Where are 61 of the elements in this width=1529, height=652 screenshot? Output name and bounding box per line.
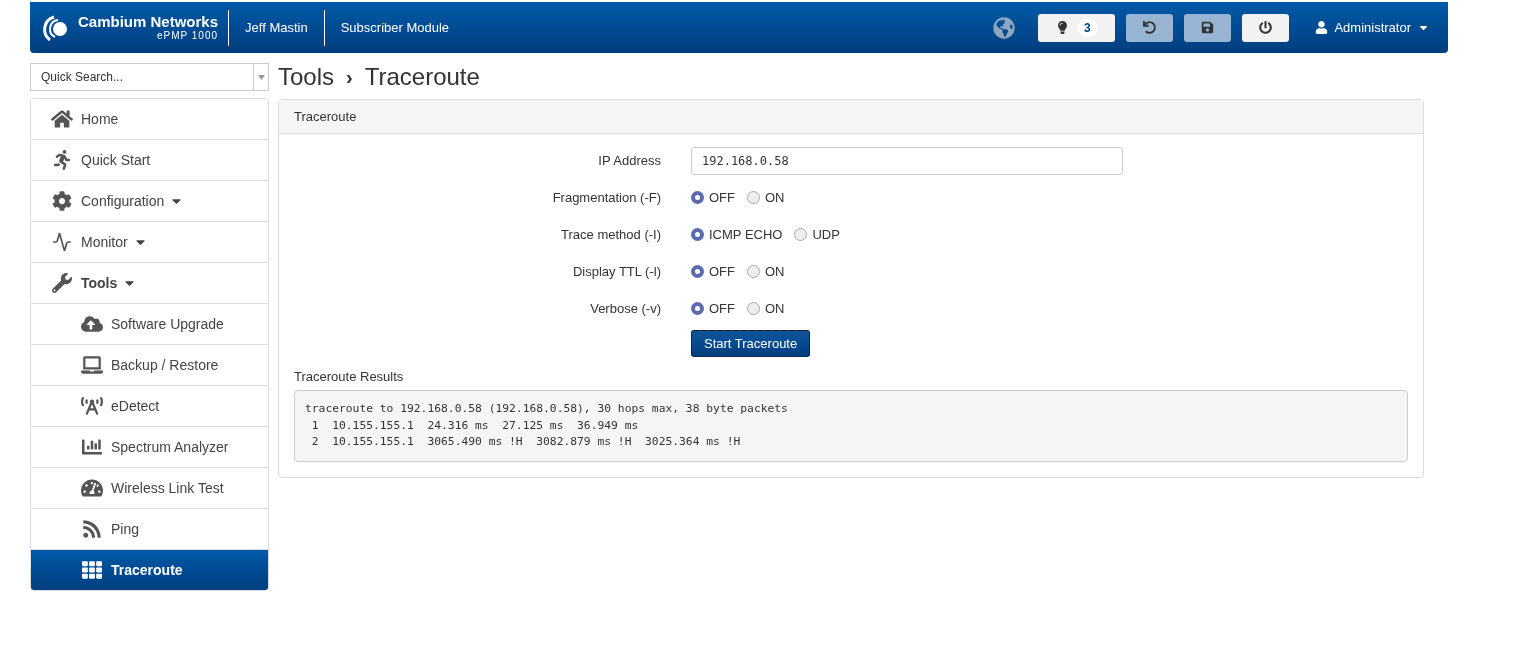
quick-search-field[interactable]: Quick Search... [30,63,253,91]
radio-button[interactable] [747,191,760,204]
power-icon [1259,21,1273,34]
caret-icon [257,74,265,80]
page-title: Traceroute [364,63,480,91]
alerts-count: 3 [1077,18,1098,37]
computer-icon [81,355,103,375]
results-output: traceroute to 192.168.0.58 (192.168.0.58), 30 hops max, 38 byte packets 1 10.155.155.1 24.316 ms 27.125 ms 36.949 ms 2 10.155.155.1 3065.490 ms !H 3082.879 ms !H 3025.364 ms !H [294,390,1408,462]
field-label: Display TTL (-l) [571,264,661,279]
radio-label: ON [765,264,785,279]
radio-button[interactable] [691,265,704,278]
radio-button[interactable] [691,302,704,315]
save-button[interactable] [1184,13,1232,42]
lightbulb-icon [1056,21,1070,34]
breadcrumb-section[interactable]: Tools [278,63,335,91]
radio-label: ON [765,301,785,316]
device-name: Jeff Mastin [229,9,325,46]
device-mode: Subscriber Module [339,18,451,37]
brand-name: Cambium Networks [78,14,219,29]
radio-label: OFF [709,190,735,205]
undo-icon [1143,21,1157,34]
home-icon [51,109,73,129]
antenna-icon [81,396,103,416]
bar-chart-icon [81,437,103,457]
save-icon [1201,21,1215,34]
power-button[interactable] [1242,13,1290,42]
model-name: ePMP 1000 [156,31,219,41]
field-label: Trace method (-I) [560,227,661,242]
radio-label: ICMP ECHO [709,227,783,242]
field-label: IP Address [597,153,661,168]
undo-button[interactable] [1126,13,1174,42]
nav-item[interactable]: Traceroute [31,549,268,590]
upload-icon [81,314,103,334]
grid-icon [81,560,103,580]
panel-title: Traceroute [279,100,1423,134]
radio-button[interactable] [691,228,704,241]
radio-button[interactable] [747,302,760,315]
globe-icon[interactable] [993,16,1016,39]
gear-icon [51,191,73,211]
radio-button[interactable] [794,228,808,241]
radio-button[interactable] [691,191,704,204]
dropdown-toggle[interactable] [253,63,269,91]
results-label: Traceroute Results [294,369,405,384]
radio-button[interactable] [747,265,760,278]
signal-icon [81,519,103,539]
running-figure-icon [51,150,73,170]
start-traceroute-button[interactable]: Start Traceroute [691,329,811,357]
radio-label: OFF [709,301,735,316]
gauge-icon [81,478,103,498]
user-icon [1315,21,1329,34]
user-menu[interactable]: Administrator [1309,19,1436,36]
field-label: Verbose (-v) [589,301,661,316]
radio-label: UDP [812,227,840,242]
radio-label: ON [765,190,785,205]
alerts-button[interactable]: 3 [1038,13,1116,42]
field-label: Fragmentation (-F) [551,190,661,205]
ip-address-field[interactable]: 192.168.0.58 [691,146,1123,175]
pulse-icon [51,232,73,252]
radio-label: OFF [709,264,735,279]
wrench-icon [51,273,73,293]
breadcrumb-separator: › [346,65,353,89]
